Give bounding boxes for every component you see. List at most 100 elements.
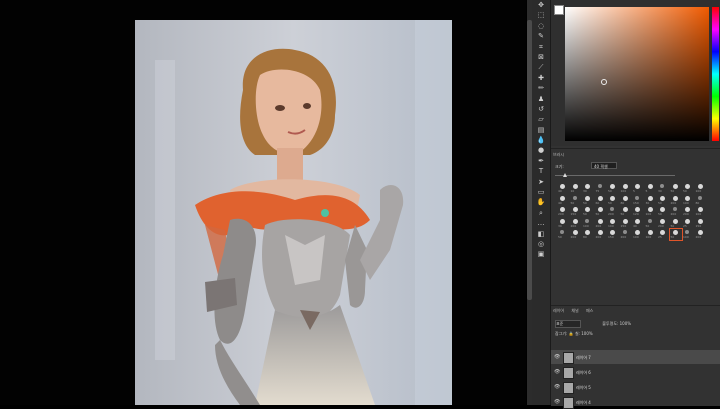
brush-tool-icon[interactable]: ✏ [532, 83, 550, 93]
healing-brush-tool-icon[interactable]: ✚ [532, 73, 550, 83]
brush-preset[interactable]: 150 [632, 195, 644, 206]
brush-preset[interactable]: 50 [670, 218, 682, 229]
brush-preset[interactable]: 200 [657, 218, 669, 229]
brush-preset[interactable]: 200 [695, 229, 707, 240]
visibility-eye-icon[interactable]: 👁 [554, 369, 560, 375]
brush-preset[interactable]: 100 [645, 206, 657, 217]
brush-preset[interactable]: 200 [595, 229, 607, 240]
brush-preset[interactable]: 50 [557, 229, 569, 240]
brush-preset[interactable]: 50 [570, 195, 582, 206]
brush-preset[interactable]: 50 [668, 228, 683, 241]
crop-tool-icon[interactable]: ⌗ [532, 42, 550, 52]
pen-tool-icon[interactable]: ✒ [532, 156, 550, 166]
lock-icon[interactable]: 🔒 [569, 331, 574, 336]
history-brush-tool-icon[interactable]: ↺ [532, 104, 550, 114]
brush-preset[interactable]: 200 [570, 229, 582, 240]
brush-preset[interactable]: 25 [682, 218, 694, 229]
path-select-tool-icon[interactable]: ➤ [532, 177, 550, 187]
brush-preset[interactable]: 50 [657, 206, 669, 217]
move-tool-icon[interactable]: ✥ [532, 0, 550, 10]
brush-preset[interactable]: 150 [607, 229, 619, 240]
brush-panel-tab[interactable]: 브러시 [553, 152, 564, 158]
brush-preset[interactable]: 5 [645, 183, 657, 194]
visibility-eye-icon[interactable]: 👁 [554, 384, 560, 390]
lasso-tool-icon[interactable]: ◌ [532, 21, 550, 31]
type-tool-icon[interactable]: T [532, 166, 550, 176]
brush-preset[interactable]: 50 [620, 206, 632, 217]
gradient-tool-icon[interactable]: ▤ [532, 125, 550, 135]
brush-preset[interactable]: 30 [645, 195, 657, 206]
brush-preset[interactable]: 30 [657, 183, 669, 194]
brush-preset[interactable]: 100 [682, 195, 694, 206]
hand-tool-icon[interactable]: ✋ [532, 197, 550, 207]
brush-preset[interactable]: 50 [582, 206, 594, 217]
brush-preset[interactable]: 200 [670, 206, 682, 217]
eraser-tool-icon[interactable]: ▱ [532, 114, 550, 124]
brush-preset[interactable]: 80 [620, 195, 632, 206]
brush-preset[interactable]: 150 [570, 206, 582, 217]
hue-slider[interactable] [712, 7, 719, 141]
brush-preset[interactable]: 100 [582, 218, 594, 229]
brush-preset[interactable]: 40 [557, 183, 569, 194]
color-swatches-icon[interactable]: ◧ [532, 229, 550, 239]
more-tools-icon[interactable]: … [532, 218, 550, 228]
brush-preset[interactable]: 100 [607, 218, 619, 229]
screen-mode-icon[interactable]: ▣ [532, 249, 550, 259]
blend-mode-select[interactable]: 표준 [555, 320, 581, 328]
document-canvas-area[interactable] [0, 0, 526, 405]
layer-row[interactable]: 👁 레이어 5 [551, 380, 720, 394]
brush-preset[interactable]: 50 [595, 206, 607, 217]
brush-preset[interactable]: 100 [620, 183, 632, 194]
layer-row[interactable]: 👁 레이어 4 [551, 395, 720, 409]
brush-preset[interactable]: 80 [582, 229, 594, 240]
color-picker-cursor[interactable] [601, 79, 607, 85]
fill-value[interactable]: 100% [581, 331, 592, 336]
eyedropper-tool-icon[interactable]: ⟋ [532, 62, 550, 72]
brush-preset[interactable]: 150 [695, 218, 707, 229]
brush-preset[interactable]: 5 [632, 183, 644, 194]
color-saturation-field[interactable] [565, 7, 709, 141]
brush-preset[interactable]: 200 [570, 218, 582, 229]
brush-preset[interactable]: 30 [557, 218, 569, 229]
opacity-value[interactable]: 100% [620, 321, 631, 326]
layer-row[interactable]: 👁 레이어 6 [551, 365, 720, 379]
brush-preset[interactable]: 200 [557, 206, 569, 217]
brush-preset[interactable]: 200 [607, 206, 619, 217]
brush-preset[interactable]: 200 [670, 195, 682, 206]
dodge-tool-icon[interactable]: ● [532, 145, 550, 155]
tab-channels[interactable]: 채널 [571, 308, 578, 313]
artwork-canvas[interactable] [135, 20, 452, 405]
brush-preset[interactable]: 100 [695, 183, 707, 194]
brush-preset[interactable]: 100 [682, 229, 694, 240]
clone-stamp-tool-icon[interactable]: ♟ [532, 94, 550, 104]
zoom-tool-icon[interactable]: ⌕ [532, 208, 550, 218]
layer-row[interactable]: 👁 레이어 7 [551, 350, 720, 364]
brush-preset[interactable]: 50 [582, 195, 594, 206]
visibility-eye-icon[interactable]: 👁 [554, 399, 560, 405]
brush-preset[interactable]: 40 [632, 218, 644, 229]
brush-size-field[interactable]: 40 픽셀 [591, 162, 617, 169]
blur-tool-icon[interactable]: 💧 [532, 135, 550, 145]
brush-preset[interactable]: 120 [632, 206, 644, 217]
brush-preset[interactable]: 200 [595, 218, 607, 229]
brush-preset[interactable]: 40 [557, 195, 569, 206]
brush-preset[interactable]: 50 [670, 183, 682, 194]
brush-preset[interactable]: 50 [657, 195, 669, 206]
brush-preset[interactable]: 60 [595, 195, 607, 206]
tab-paths[interactable]: 패스 [586, 308, 593, 313]
brush-preset[interactable]: 30 [582, 183, 594, 194]
visibility-eye-icon[interactable]: 👁 [554, 354, 560, 360]
quick-mask-icon[interactable]: ◎ [532, 239, 550, 249]
brush-preset[interactable]: 50 [645, 218, 657, 229]
marquee-tool-icon[interactable]: ⬚ [532, 10, 550, 20]
brush-preset[interactable]: 10 [570, 183, 582, 194]
shape-tool-icon[interactable]: ▭ [532, 187, 550, 197]
brush-preset[interactable]: 75 [595, 183, 607, 194]
quick-select-tool-icon[interactable]: ✎ [532, 31, 550, 41]
brush-preset[interactable]: 200 [620, 229, 632, 240]
brush-preset[interactable]: 50 [607, 183, 619, 194]
brush-preset[interactable]: 50 [682, 183, 694, 194]
brush-size-slider[interactable] [555, 173, 675, 177]
foreground-color-swatch[interactable] [554, 5, 564, 15]
tab-layers[interactable]: 레이어 [553, 308, 564, 313]
